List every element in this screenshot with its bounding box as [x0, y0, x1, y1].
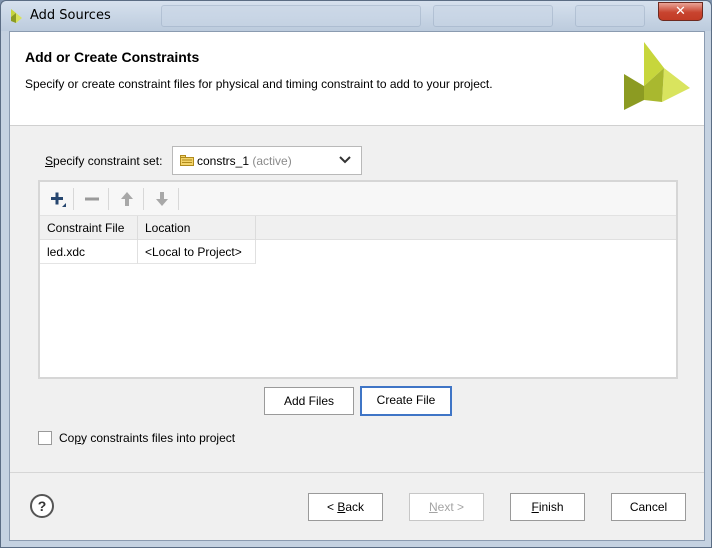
dialog-body: Add or Create Constraints Specify or cre…: [9, 31, 705, 541]
back-button[interactable]: < Back: [308, 493, 383, 521]
add-sources-window: Add Sources ✕ Add or Create Constraints …: [0, 0, 712, 548]
dialog-header: Add or Create Constraints Specify or cre…: [10, 32, 704, 126]
add-files-button[interactable]: Add Files: [264, 387, 354, 415]
next-button[interactable]: Next >: [409, 493, 484, 521]
toolbar-separator: [73, 188, 74, 210]
column-header-location[interactable]: Location: [138, 216, 256, 240]
constraint-files-panel: Constraint File Location led.xdc <Local …: [38, 180, 678, 379]
chevron-down-icon: [339, 156, 351, 164]
vivado-app-icon: [11, 9, 22, 23]
finish-button[interactable]: Finish: [510, 493, 585, 521]
page-title: Add or Create Constraints: [25, 49, 200, 65]
background-window-ghost: [433, 5, 553, 27]
column-header-file[interactable]: Constraint File: [40, 216, 138, 240]
footer-divider: [10, 472, 704, 473]
toolbar-separator: [178, 188, 179, 210]
constraint-set-dropdown[interactable]: constrs_1 (active): [172, 146, 362, 175]
folder-icon: [180, 155, 194, 166]
copy-constraints-checkbox[interactable]: [38, 431, 52, 445]
toolbar-separator: [108, 188, 109, 210]
background-window-ghost: [161, 5, 421, 27]
vivado-logo-icon: [624, 42, 690, 110]
close-button[interactable]: ✕: [658, 2, 703, 21]
arrow-down-icon[interactable]: [152, 189, 172, 209]
files-toolbar: [40, 182, 676, 216]
help-icon[interactable]: ?: [30, 494, 54, 518]
toolbar-separator: [143, 188, 144, 210]
background-window-ghost: [575, 5, 645, 27]
constraint-set-value: constrs_1 (active): [197, 154, 292, 168]
arrow-up-icon[interactable]: [117, 189, 137, 209]
minus-icon[interactable]: [82, 189, 102, 209]
title-bar[interactable]: Add Sources ✕: [1, 1, 711, 31]
copy-constraints-label: Copy constraints files into project: [59, 431, 236, 445]
page-description: Specify or create constraint files for p…: [25, 77, 493, 91]
cell-location: <Local to Project>: [138, 240, 256, 264]
table-row[interactable]: led.xdc <Local to Project>: [40, 240, 256, 264]
constraint-set-label: Specify constraint set:: [45, 154, 163, 168]
window-title: Add Sources: [30, 8, 111, 23]
cancel-button[interactable]: Cancel: [611, 493, 686, 521]
plus-icon[interactable]: [48, 189, 68, 209]
create-file-button[interactable]: Create File: [360, 386, 452, 416]
table-header: Constraint File Location: [40, 216, 676, 240]
cell-file: led.xdc: [40, 240, 138, 264]
